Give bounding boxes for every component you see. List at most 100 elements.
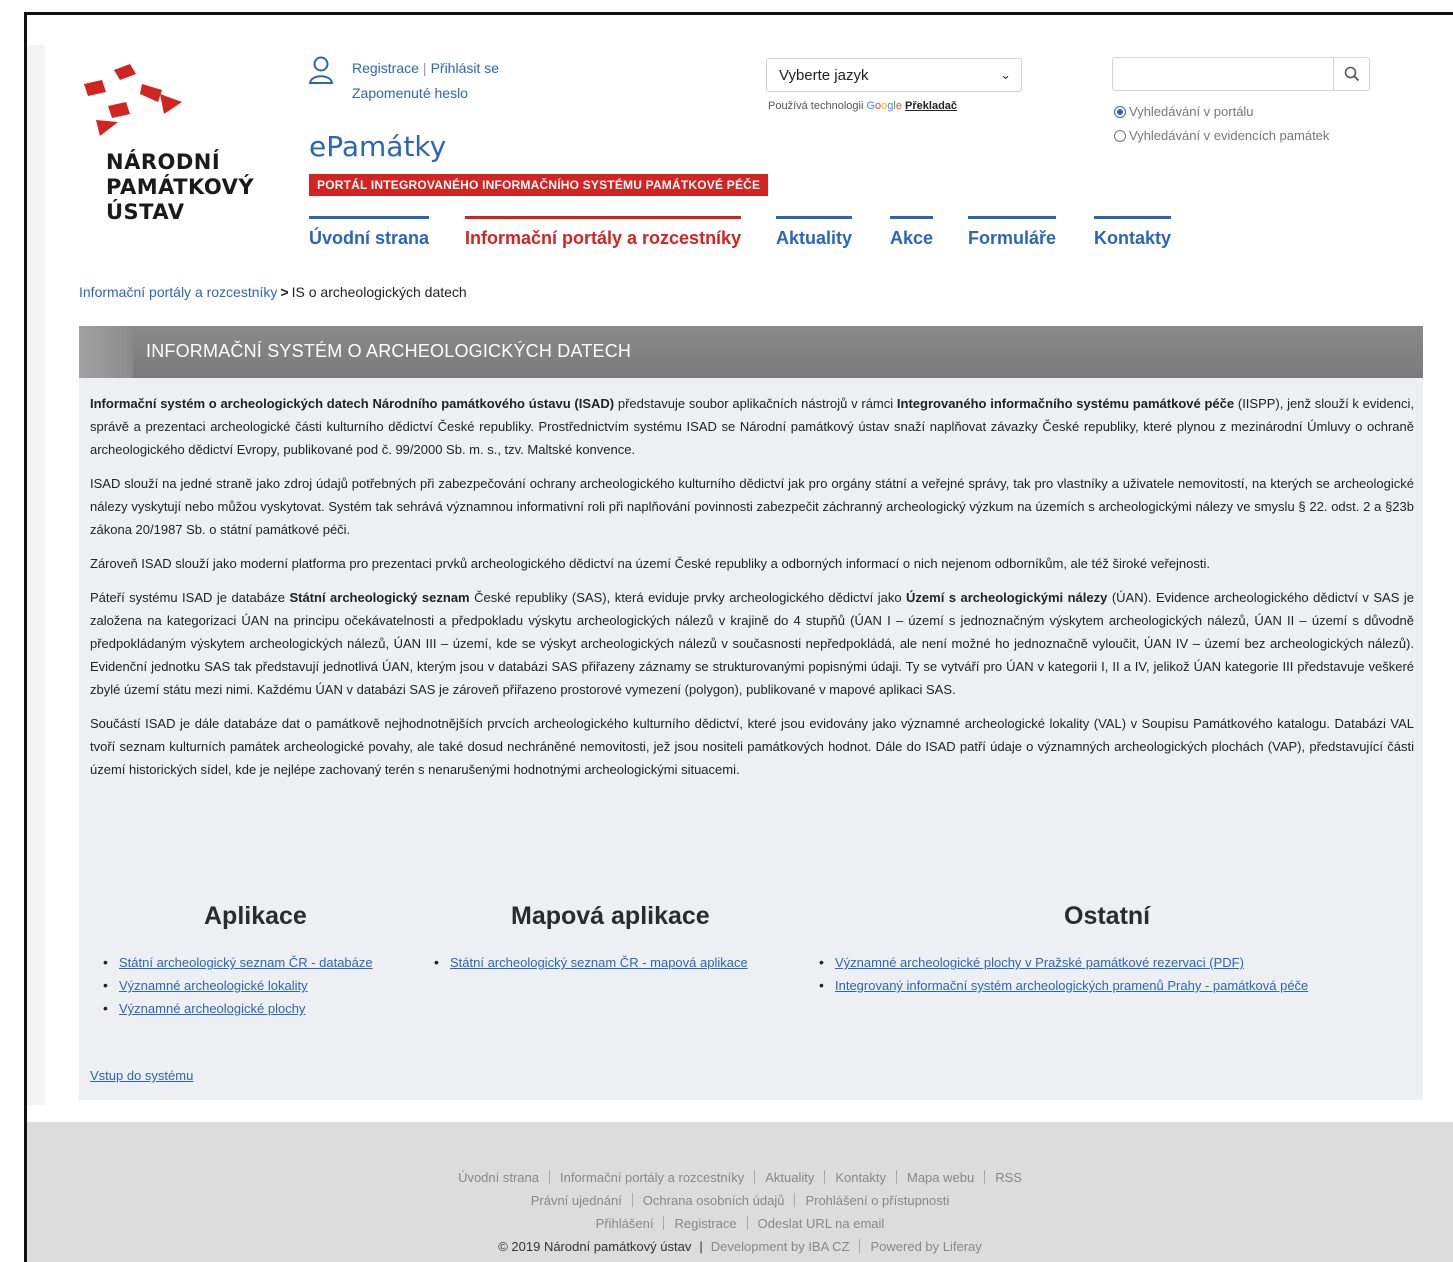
user-links: Registrace | Přihlásit se <box>352 60 499 76</box>
chevron-down-icon: ⌄ <box>1000 67 1011 82</box>
footer: Úvodní strana Informační portály a rozces… <box>27 1122 1453 1262</box>
footer-divider <box>754 1170 756 1184</box>
list-item: Významné archeologické plochy <box>103 997 373 1020</box>
right-margin <box>1423 45 1453 1105</box>
user-icon <box>308 56 334 84</box>
radio-unselected-icon[interactable] <box>1114 130 1126 142</box>
list-item: Integrovaný informační systém archeologi… <box>819 974 1308 997</box>
p4-text-1: Páteří systému ISAD je databáze <box>90 590 290 605</box>
p4-text-2: České republiky (SAS), která eviduje prv… <box>469 590 907 605</box>
search-scope-monuments-label: Vyhledávání v evidencích památek <box>1129 128 1330 143</box>
translate-link[interactable]: Překladač <box>905 100 957 112</box>
logo-mark-icon <box>84 64 182 136</box>
login-link[interactable]: Přihlásit se <box>431 60 499 76</box>
footer-link-iba[interactable]: Development by IBA CZ <box>711 1239 850 1254</box>
logo-line-3: ÚSTAV <box>106 200 185 224</box>
google-logo: Google <box>866 100 902 112</box>
apps-link-sas-db[interactable]: Státní archeologický seznam ČR - databáz… <box>119 955 373 970</box>
copyright: © 2019 Národní památkový ústav <box>498 1239 692 1254</box>
apps-link-vap[interactable]: Významné archeologické plochy <box>119 1001 305 1016</box>
paragraph-2: ISAD slouží na jedné straně jako zdroj ú… <box>90 476 1414 537</box>
language-select[interactable]: Vyberte jazyk ⌄ <box>766 58 1022 92</box>
list-item: Významné archeologické plochy v Pražské … <box>819 951 1308 974</box>
footer-divider <box>549 1170 550 1184</box>
nav-contacts[interactable]: Kontakty <box>1094 216 1172 249</box>
google-translate-note: Používá technologii Google Překladač <box>768 100 957 112</box>
map-link-sas[interactable]: Státní archeologický seznam ČR - mapová … <box>450 955 748 970</box>
nav-news[interactable]: Aktuality <box>776 216 853 249</box>
nav-home[interactable]: Úvodní strana <box>309 216 430 249</box>
footer-link-contacts[interactable]: Kontakty <box>835 1170 886 1185</box>
intro-text: Informační systém o archeologických date… <box>90 392 1414 792</box>
search-scope-monuments[interactable]: Vyhledávání v evidencích památek <box>1114 128 1329 143</box>
section-map-heading: Mapová aplikace <box>511 902 710 930</box>
footer-link-sitemap[interactable]: Mapa webu <box>907 1170 974 1185</box>
search-input[interactable] <box>1112 57 1370 91</box>
footer-link-liferay[interactable]: Powered by Liferay <box>870 1239 981 1254</box>
map-link-list: Státní archeologický seznam ČR - mapová … <box>434 951 748 974</box>
footer-links-3: Přihlášení Registrace Odeslat URL na email <box>27 1216 1453 1231</box>
npu-logo[interactable]: NÁRODNÍ PAMÁTKOVÝ ÚSTAV <box>78 62 278 232</box>
search-button[interactable] <box>1333 58 1369 90</box>
logo-line-2: PAMÁTKOVÝ <box>106 175 255 199</box>
window-top-border <box>24 12 1453 15</box>
footer-link-register[interactable]: Registrace <box>674 1216 736 1231</box>
p4-bold-1: Státní archeologický seznam <box>289 590 470 605</box>
other-link-vap-prague[interactable]: Významné archeologické plochy v Pražské … <box>835 955 1244 970</box>
footer-link-portals[interactable]: Informační portály a rozcestníky <box>560 1170 744 1185</box>
nav-events[interactable]: Akce <box>890 216 934 249</box>
search-scope-portal[interactable]: Vyhledávání v portálu <box>1114 104 1254 119</box>
other-link-prague-sources[interactable]: Integrovaný informační systém archeologi… <box>835 978 1308 993</box>
footer-link-privacy[interactable]: Ochrana osobních údajů <box>643 1193 785 1208</box>
enter-system-link[interactable]: Vstup do systému <box>90 1068 193 1083</box>
breadcrumb-separator: > <box>280 284 289 300</box>
paragraph-4: Páteří systému ISAD je databáze Státní a… <box>90 586 1414 701</box>
site-title[interactable]: ePamátky <box>309 130 446 163</box>
footer-link-send-url[interactable]: Odeslat URL na email <box>758 1216 885 1231</box>
list-item: Státní archeologický seznam ČR - mapová … <box>434 951 748 974</box>
left-margin <box>27 45 45 1105</box>
footer-divider <box>895 1170 897 1184</box>
footer-divider <box>631 1193 633 1207</box>
apps-link-val[interactable]: Významné archeologické lokality <box>119 978 308 993</box>
page-title: INFORMAČNÍ SYSTÉM O ARCHEOLOGICKÝCH DATE… <box>146 341 632 361</box>
footer-link-home[interactable]: Úvodní strana <box>458 1170 539 1185</box>
search-scope-portal-label: Vyhledávání v portálu <box>1129 104 1254 119</box>
logo-line-1: NÁRODNÍ <box>106 150 221 174</box>
page: NÁRODNÍ PAMÁTKOVÝ ÚSTAV Registrace | Přihl… <box>0 0 1453 1262</box>
content-panel: INFORMAČNÍ SYSTÉM O ARCHEOLOGICKÝCH DATE… <box>79 326 1423 1100</box>
list-item: Významné archeologické lokality <box>103 974 373 997</box>
other-link-list: Významné archeologické plochy v Pražské … <box>819 951 1308 997</box>
nav-forms[interactable]: Formuláře <box>968 216 1057 249</box>
p4-text-3: (ÚAN). Evidence archeologického dědictví… <box>90 590 1414 697</box>
logo-text: NÁRODNÍ PAMÁTKOVÝ ÚSTAV <box>106 150 254 225</box>
p1-bold-2: Integrovaného informačního systému památ… <box>896 396 1235 411</box>
p4-bold-2: Území s archeologickými nálezy <box>906 590 1108 605</box>
breadcrumb-parent-link[interactable]: Informační portály a rozcestníky <box>79 284 277 300</box>
link-separator: | <box>422 60 427 76</box>
section-other-heading: Ostatní <box>1064 902 1151 930</box>
nav-portals[interactable]: Informační portály a rozcestníky <box>465 216 742 249</box>
credits-divider: | <box>699 1239 703 1254</box>
footer-link-rss[interactable]: RSS <box>995 1170 1022 1185</box>
footer-credits: © 2019 Národní památkový ústav | Developme… <box>27 1239 1453 1254</box>
footer-divider <box>663 1216 665 1230</box>
paragraph-1: Informační systém o archeologických date… <box>90 392 1414 461</box>
translate-prefix: Používá technologii <box>768 100 864 112</box>
footer-links-1: Úvodní strana Informační portály a rozces… <box>27 1170 1453 1185</box>
footer-link-accessibility[interactable]: Prohlášení o přístupnosti <box>805 1193 949 1208</box>
register-link[interactable]: Registrace <box>352 60 419 76</box>
footer-divider <box>794 1193 796 1207</box>
radio-selected-icon[interactable] <box>1114 106 1126 118</box>
apps-link-list: Státní archeologický seznam ČR - databáz… <box>103 951 373 1020</box>
paragraph-3: Zároveň ISAD slouží jako moderní platfor… <box>90 556 1211 571</box>
footer-divider <box>859 1239 861 1253</box>
footer-link-legal[interactable]: Právní ujednání <box>531 1193 622 1208</box>
paragraph-5: Součástí ISAD je dále databáze dat o pam… <box>90 716 1414 777</box>
footer-link-login[interactable]: Přihlášení <box>596 1216 654 1231</box>
p1-text-1: představuje soubor aplikačních nástrojů … <box>614 396 897 411</box>
forgot-password-link[interactable]: Zapomenuté heslo <box>352 85 468 101</box>
footer-link-news[interactable]: Aktuality <box>765 1170 814 1185</box>
p1-bold-1: Informační systém o archeologických date… <box>90 396 615 411</box>
footer-divider <box>984 1170 986 1184</box>
